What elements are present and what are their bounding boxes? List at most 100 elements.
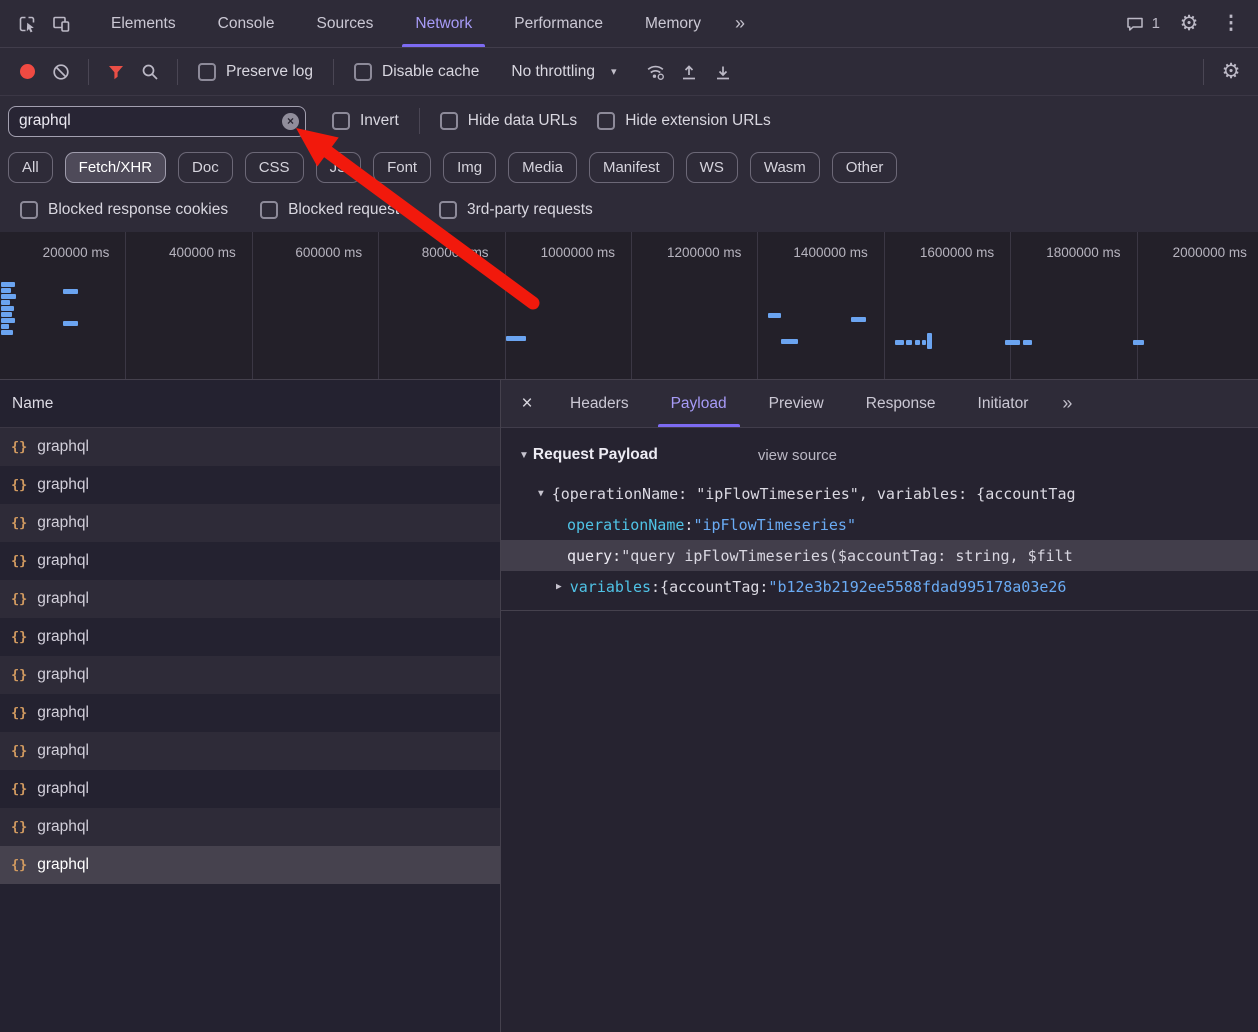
tab-label: Performance [514,15,603,33]
chip-manifest[interactable]: Manifest [589,152,674,183]
timeline-request-bar [1,324,9,329]
blocked-response-cookies-label: Blocked response cookies [48,201,228,219]
chip-other[interactable]: Other [832,152,898,183]
timeline-request-bar [922,340,926,345]
request-name: graphql [37,552,89,570]
third-party-requests-checkbox[interactable]: 3rd-party requests [439,201,593,219]
timeline-request-bar [781,339,798,344]
tab-payload[interactable]: Payload [650,380,748,427]
view-source-link[interactable]: view source [758,447,837,464]
more-tabs-button[interactable]: » [722,0,758,47]
timeline-tick: 200000 ms [0,232,126,379]
timeline-request-bar [63,289,78,294]
tab-preview[interactable]: Preview [748,380,845,427]
blocked-requests-checkbox[interactable]: Blocked requests [260,201,407,219]
clear-filter-icon[interactable]: × [282,113,299,130]
chip-label: Doc [192,159,219,176]
tab-console[interactable]: Console [197,0,296,47]
chip-label: Wasm [764,159,806,176]
chip-label: Img [457,159,482,176]
request-payload-section[interactable]: ▼ Request Payload view source [519,442,1258,468]
network-conditions-button[interactable] [638,55,672,89]
request-name: graphql [37,818,89,836]
kebab-menu-icon: ⋮ [1222,14,1241,33]
tab-network[interactable]: Network [394,0,493,47]
chip-wasm[interactable]: Wasm [750,152,820,183]
chip-ws[interactable]: WS [686,152,738,183]
search-button[interactable] [133,55,167,89]
close-details-button[interactable]: × [505,380,549,427]
hide-data-urls-checkbox[interactable]: Hide data URLs [440,112,577,130]
console-messages-button[interactable]: 1 [1121,14,1164,34]
request-row[interactable]: {} graphql [0,808,500,846]
request-row[interactable]: {} graphql [0,656,500,694]
payload-divider [501,610,1258,611]
details-tab-label: Initiator [978,395,1029,413]
request-details-panel: × HeadersPayloadPreviewResponse Initiator… [501,380,1258,1032]
settings-button[interactable]: ⚙ [1172,7,1206,41]
customize-devtools-button[interactable]: ⋮ [1214,7,1248,41]
filter-toggle-button[interactable] [99,55,133,89]
tab-label: Sources [317,15,374,33]
disable-cache-checkbox[interactable]: Disable cache [354,63,479,81]
chip-doc[interactable]: Doc [178,152,233,183]
request-name: graphql [37,476,89,494]
tab-memory[interactable]: Memory [624,0,722,47]
payload-operation-name-row[interactable]: operationName: "ipFlowTimeseries" [501,509,1258,540]
chip-img[interactable]: Img [443,152,496,183]
fetch-xhr-icon: {} [11,705,27,721]
throttling-dropdown[interactable]: No throttling ▾ [503,59,624,85]
timeline-request-bar [63,321,78,326]
tab-initiator[interactable]: Initiator [957,380,1050,427]
clear-network-log-button[interactable] [44,55,78,89]
chip-fetch-xhr[interactable]: Fetch/XHR [65,152,166,183]
tab-elements[interactable]: Elements [90,0,197,47]
network-settings-button[interactable]: ⚙ [1214,55,1248,89]
request-row[interactable]: {} graphql [0,428,500,466]
tab-sources[interactable]: Sources [296,0,395,47]
network-filter-input[interactable] [8,106,306,137]
import-har-button[interactable] [672,55,706,89]
chip-css[interactable]: CSS [245,152,304,183]
device-toolbar-icon[interactable] [44,7,78,41]
checkbox-box [20,201,38,219]
chip-all[interactable]: All [8,152,53,183]
request-row[interactable]: {} graphql [0,580,500,618]
request-row[interactable]: {} graphql [0,618,500,656]
request-name: graphql [37,856,89,874]
invert-checkbox[interactable]: Invert [332,112,399,130]
tab-headers[interactable]: Headers [549,380,650,427]
gear-icon: ⚙ [1180,13,1199,34]
chip-font[interactable]: Font [373,152,431,183]
timeline-tick: 600000 ms [253,232,379,379]
clear-icon [51,62,71,82]
inspect-element-icon[interactable] [10,7,44,41]
request-row[interactable]: {} graphql [0,846,500,884]
timeline-request-bar [906,340,912,345]
payload-query-row[interactable]: query: "query ipFlowTimeseries($accountT… [501,540,1258,571]
hide-extension-urls-label: Hide extension URLs [625,112,771,130]
blocked-response-cookies-checkbox[interactable]: Blocked response cookies [20,201,228,219]
request-row[interactable]: {} graphql [0,504,500,542]
request-row[interactable]: {} graphql [0,466,500,504]
chip-label: CSS [259,159,290,176]
more-details-tabs-button[interactable]: » [1049,380,1085,427]
request-row[interactable]: {} graphql [0,732,500,770]
separator [177,59,178,85]
preserve-log-checkbox[interactable]: Preserve log [198,63,313,81]
network-overview-timeline[interactable]: 200000 ms400000 ms600000 ms800000 ms1000… [0,232,1258,380]
chip-media[interactable]: Media [508,152,577,183]
payload-variables-row[interactable]: ▶ variables: {accountTag: "b12e3b2192ee5… [501,571,1258,602]
request-row[interactable]: {} graphql [0,694,500,732]
name-column-header[interactable]: Name [0,380,500,428]
export-har-button[interactable] [706,55,740,89]
request-row[interactable]: {} graphql [0,542,500,580]
hide-extension-urls-checkbox[interactable]: Hide extension URLs [597,112,771,130]
payload-root-node[interactable]: ▼ {operationName: "ipFlowTimeseries", va… [501,478,1258,509]
request-row[interactable]: {} graphql [0,770,500,808]
chip-js[interactable]: JS [316,152,362,183]
payload-summary-text: {operationName: "ipFlowTimeseries", vari… [552,485,1076,503]
tab-performance[interactable]: Performance [493,0,624,47]
tab-response[interactable]: Response [845,380,957,427]
record-network-log-button[interactable] [10,55,44,89]
